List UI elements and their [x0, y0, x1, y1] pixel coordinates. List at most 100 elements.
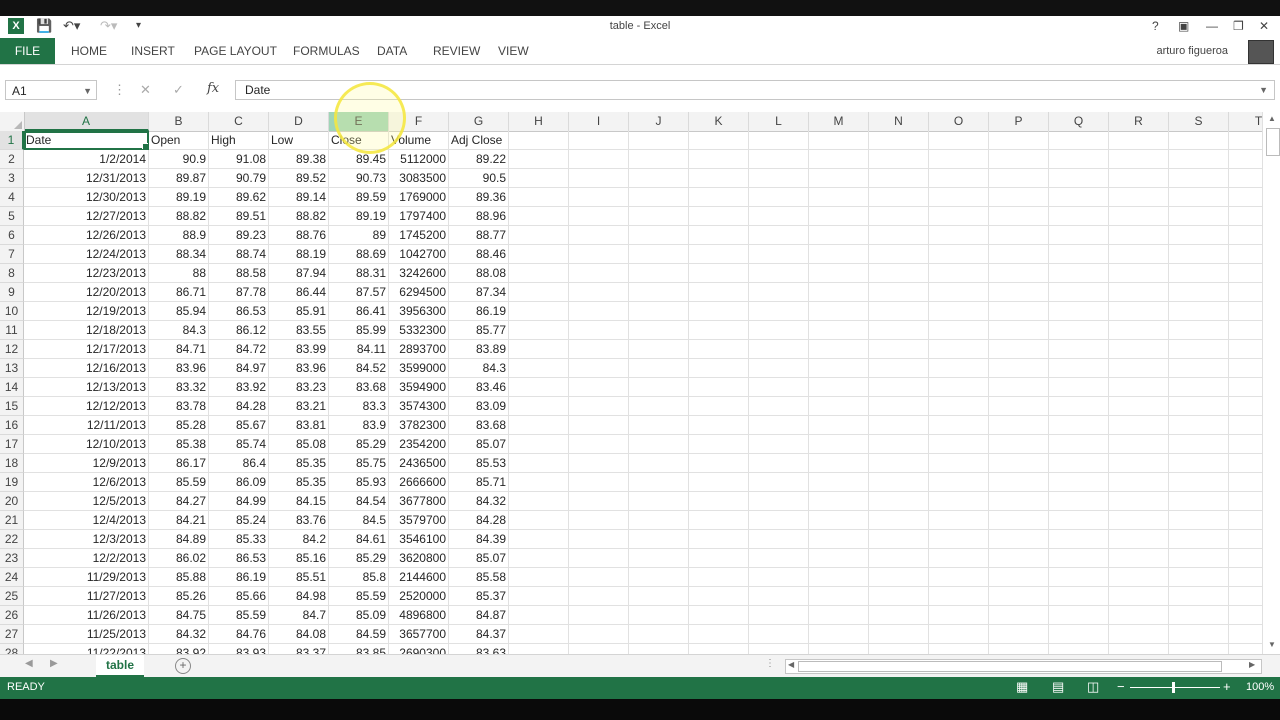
- table-cell[interactable]: [749, 568, 809, 587]
- table-cell[interactable]: [929, 283, 989, 302]
- table-cell[interactable]: [989, 397, 1049, 416]
- column-header-j[interactable]: J: [629, 112, 689, 131]
- table-cell[interactable]: 3574300: [389, 397, 449, 416]
- table-cell[interactable]: [569, 264, 629, 283]
- table-cell[interactable]: [869, 207, 929, 226]
- table-cell[interactable]: [749, 511, 809, 530]
- table-cell[interactable]: 83.99: [269, 340, 329, 359]
- table-cell[interactable]: [1049, 245, 1109, 264]
- table-cell[interactable]: 88.08: [449, 264, 509, 283]
- column-header-b[interactable]: B: [149, 112, 209, 131]
- table-cell[interactable]: [869, 568, 929, 587]
- table-cell[interactable]: 11/25/2013: [24, 625, 149, 644]
- table-cell[interactable]: [509, 340, 569, 359]
- table-cell[interactable]: [509, 302, 569, 321]
- table-cell[interactable]: 85.33: [209, 530, 269, 549]
- table-cell[interactable]: [629, 245, 689, 264]
- split-handle-icon[interactable]: ⋮: [765, 658, 775, 669]
- tab-data[interactable]: DATA: [377, 38, 407, 64]
- table-cell[interactable]: [569, 283, 629, 302]
- normal-view-icon[interactable]: ▦: [1016, 679, 1028, 695]
- table-cell[interactable]: 90.73: [329, 169, 389, 188]
- table-cell[interactable]: [809, 568, 869, 587]
- tab-home[interactable]: HOME: [71, 38, 107, 64]
- table-cell[interactable]: 84.76: [209, 625, 269, 644]
- table-cell[interactable]: 84.71: [149, 340, 209, 359]
- table-cell[interactable]: 89.38: [269, 150, 329, 169]
- scroll-left-icon[interactable]: ◀: [788, 660, 794, 669]
- table-cell[interactable]: 1797400: [389, 207, 449, 226]
- table-cell[interactable]: 4896800: [389, 606, 449, 625]
- table-cell[interactable]: 12/10/2013: [24, 435, 149, 454]
- table-cell[interactable]: 83.63: [449, 644, 509, 654]
- table-cell[interactable]: 12/12/2013: [24, 397, 149, 416]
- table-cell[interactable]: [1049, 378, 1109, 397]
- table-cell[interactable]: 84.08: [269, 625, 329, 644]
- table-cell[interactable]: [1169, 435, 1229, 454]
- table-cell[interactable]: [1109, 226, 1169, 245]
- table-cell[interactable]: [689, 454, 749, 473]
- table-cell[interactable]: [569, 625, 629, 644]
- table-cell[interactable]: 84.32: [149, 625, 209, 644]
- table-cell[interactable]: [629, 644, 689, 654]
- table-cell[interactable]: [689, 188, 749, 207]
- table-cell[interactable]: 85.94: [149, 302, 209, 321]
- table-cell[interactable]: 84.72: [209, 340, 269, 359]
- table-cell[interactable]: 84.28: [209, 397, 269, 416]
- table-cell[interactable]: [929, 226, 989, 245]
- table-cell[interactable]: 84.11: [329, 340, 389, 359]
- table-cell[interactable]: [989, 435, 1049, 454]
- table-cell[interactable]: 83.85: [329, 644, 389, 654]
- table-cell[interactable]: [869, 245, 929, 264]
- table-cell[interactable]: [689, 625, 749, 644]
- column-header-a[interactable]: A: [24, 112, 149, 131]
- table-cell[interactable]: 87.34: [449, 283, 509, 302]
- table-cell[interactable]: 89.59: [329, 188, 389, 207]
- table-cell[interactable]: [989, 549, 1049, 568]
- header-cell[interactable]: [1109, 131, 1169, 150]
- table-cell[interactable]: [1109, 644, 1169, 654]
- table-cell[interactable]: 84.28: [449, 511, 509, 530]
- table-cell[interactable]: 83.55: [269, 321, 329, 340]
- table-cell[interactable]: [1169, 378, 1229, 397]
- table-cell[interactable]: [509, 378, 569, 397]
- header-cell[interactable]: Adj Close: [449, 131, 509, 150]
- table-cell[interactable]: 89.45: [329, 150, 389, 169]
- table-cell[interactable]: [809, 511, 869, 530]
- table-cell[interactable]: 85.88: [149, 568, 209, 587]
- table-cell[interactable]: [1109, 568, 1169, 587]
- table-cell[interactable]: 2144600: [389, 568, 449, 587]
- table-cell[interactable]: 88.31: [329, 264, 389, 283]
- table-cell[interactable]: 3242600: [389, 264, 449, 283]
- table-cell[interactable]: [689, 511, 749, 530]
- table-cell[interactable]: 86.19: [209, 568, 269, 587]
- table-cell[interactable]: [809, 625, 869, 644]
- table-cell[interactable]: [1229, 150, 1262, 169]
- column-header-l[interactable]: L: [749, 112, 809, 131]
- select-all-corner[interactable]: [0, 112, 25, 131]
- header-cell[interactable]: [809, 131, 869, 150]
- table-cell[interactable]: [1109, 416, 1169, 435]
- table-cell[interactable]: [569, 302, 629, 321]
- scroll-up-icon[interactable]: ▲: [1268, 114, 1276, 123]
- next-sheet-icon[interactable]: ▶: [50, 658, 58, 669]
- table-cell[interactable]: [569, 587, 629, 606]
- table-cell[interactable]: [1109, 587, 1169, 606]
- column-header-k[interactable]: K: [689, 112, 749, 131]
- table-cell[interactable]: [989, 473, 1049, 492]
- column-header-d[interactable]: D: [269, 112, 329, 131]
- table-cell[interactable]: [749, 644, 809, 654]
- table-cell[interactable]: 11/29/2013: [24, 568, 149, 587]
- restore-icon[interactable]: ❐: [1233, 19, 1244, 33]
- row-header[interactable]: 28: [0, 644, 24, 654]
- table-cell[interactable]: 88.77: [449, 226, 509, 245]
- table-cell[interactable]: 84.2: [269, 530, 329, 549]
- table-cell[interactable]: [809, 359, 869, 378]
- table-cell[interactable]: [509, 207, 569, 226]
- table-cell[interactable]: 83.93: [209, 644, 269, 654]
- table-cell[interactable]: [569, 378, 629, 397]
- table-cell[interactable]: [689, 264, 749, 283]
- cancel-icon[interactable]: ✕: [140, 82, 151, 98]
- table-cell[interactable]: [1109, 264, 1169, 283]
- table-cell[interactable]: 84.32: [449, 492, 509, 511]
